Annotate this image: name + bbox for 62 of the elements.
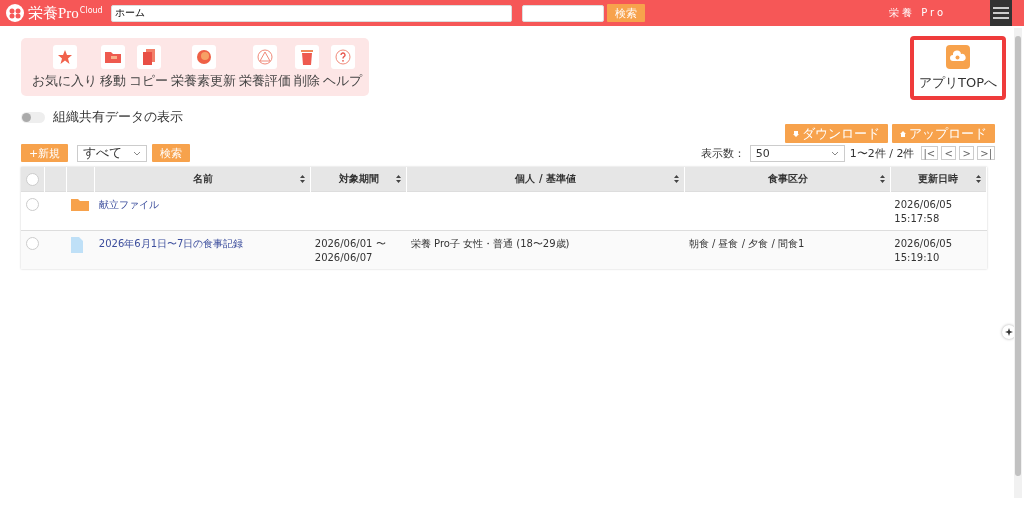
toolbar-button[interactable]: 削除 bbox=[294, 45, 320, 90]
page-size-select[interactable]: 50 bbox=[749, 144, 845, 162]
page-size-label: 表示数： bbox=[700, 145, 745, 161]
help-icon bbox=[334, 49, 351, 65]
column-header[interactable]: 対象期間 bbox=[338, 173, 379, 184]
sort-icon[interactable] bbox=[300, 175, 306, 183]
logo-text: 栄養Pro bbox=[28, 3, 79, 23]
row-checkbox[interactable] bbox=[26, 237, 40, 250]
table-cell: 栄養 Pro子 女性・普通 (18〜29歳) bbox=[410, 238, 570, 249]
sort-icon[interactable] bbox=[674, 175, 680, 183]
search-field[interactable] bbox=[521, 4, 604, 22]
file-icon bbox=[70, 237, 83, 253]
cloud-icon bbox=[946, 44, 970, 69]
table-cell-text: 2026/06/05 15:19:10 bbox=[894, 237, 953, 265]
column-header[interactable]: 食事区分 bbox=[767, 173, 808, 184]
column-header[interactable]: 名前 bbox=[192, 173, 213, 184]
result-count: 1〜2件 / 2件 bbox=[849, 145, 915, 161]
chevron-down-icon bbox=[133, 150, 142, 156]
app-top-button[interactable]: アプリTOPへ bbox=[910, 36, 1006, 100]
pager-button[interactable]: |< bbox=[920, 146, 939, 160]
menu-button[interactable] bbox=[990, 0, 1012, 26]
toolbar-button[interactable]: 栄養素更新 bbox=[171, 45, 236, 90]
sort-icon[interactable] bbox=[976, 175, 981, 183]
toolbar-button[interactable]: 栄養評価 bbox=[239, 45, 291, 90]
search-field[interactable]: ホーム bbox=[110, 4, 512, 22]
select-all-checkbox[interactable] bbox=[25, 172, 39, 186]
trash-icon bbox=[300, 48, 314, 66]
logo-icon bbox=[6, 4, 24, 22]
sort-icon[interactable] bbox=[879, 175, 885, 183]
upload-icon bbox=[900, 130, 906, 138]
pager-button[interactable]: < bbox=[941, 146, 957, 160]
column-header[interactable]: 更新日時 bbox=[918, 173, 959, 184]
user-name: 栄養 Pro bbox=[888, 6, 946, 20]
pager-button[interactable]: >| bbox=[977, 146, 995, 160]
toolbar-button[interactable]: お気に入り bbox=[32, 45, 97, 90]
menu-icon bbox=[993, 7, 1009, 19]
row-checkbox[interactable] bbox=[26, 198, 40, 211]
toggle-switch[interactable] bbox=[21, 111, 45, 123]
logo-superscript: Cloud bbox=[79, 5, 103, 15]
table-cell-text: 2026/06/01 〜 2026/06/07 bbox=[314, 237, 387, 265]
sort-icon[interactable] bbox=[396, 175, 402, 183]
folder-icon bbox=[70, 198, 89, 211]
file-name-link[interactable]: 2026年6月1日〜7日の食事記録 bbox=[98, 238, 244, 249]
column-header[interactable]: 個人 / 基準値 bbox=[515, 173, 577, 184]
chart-icon bbox=[257, 49, 273, 65]
table-cell: 朝食 / 昼食 / 夕食 / 間食1 bbox=[688, 238, 805, 249]
folder-icon bbox=[104, 50, 122, 64]
chevron-down-icon bbox=[830, 150, 839, 156]
star-icon bbox=[56, 49, 73, 65]
download-icon bbox=[793, 130, 799, 138]
circle-icon bbox=[195, 49, 212, 65]
file-name-link[interactable]: 献立ファイル bbox=[98, 199, 159, 210]
scrollbar[interactable] bbox=[1014, 28, 1022, 498]
toolbar-button[interactable]: 移動 bbox=[100, 45, 126, 90]
toggle-label: 組織共有データの表示 bbox=[53, 108, 183, 126]
table-cell-text: 2026/06/05 15:17:58 bbox=[894, 198, 953, 226]
copy-icon bbox=[141, 48, 156, 66]
toolbar-button[interactable]: ヘルプ bbox=[323, 45, 362, 90]
filter-select[interactable]: すべて bbox=[77, 144, 148, 162]
toolbar-button[interactable]: コピー bbox=[129, 45, 168, 90]
sparkle-icon bbox=[1004, 327, 1014, 337]
pager-button[interactable]: > bbox=[959, 146, 975, 160]
